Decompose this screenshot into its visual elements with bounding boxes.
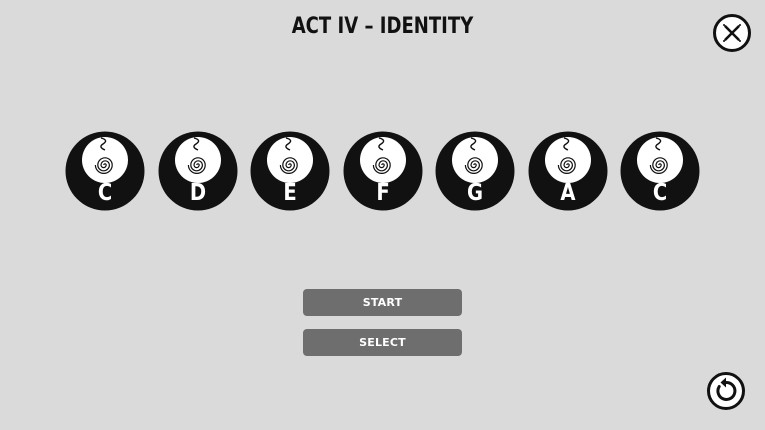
note-button-4[interactable]: F	[343, 131, 423, 211]
replay-button[interactable]	[707, 372, 745, 410]
close-button[interactable]	[713, 14, 751, 52]
start-button[interactable]: START	[303, 289, 462, 316]
note-button-7[interactable]: C	[620, 131, 700, 211]
note-button-5[interactable]: G	[435, 131, 515, 211]
page-title: ACT IV – IDENTITY	[291, 14, 474, 39]
note-label: F	[375, 180, 390, 206]
note-button-1[interactable]: C	[65, 131, 145, 211]
note-label: D	[189, 180, 206, 206]
note-label: A	[559, 180, 576, 206]
close-icon	[713, 14, 751, 52]
replay-icon	[707, 372, 745, 410]
select-button[interactable]: SELECT	[303, 329, 462, 356]
note-label: C	[652, 180, 668, 206]
note-label: G	[466, 180, 484, 206]
note-label: C	[97, 180, 113, 206]
note-label: E	[283, 180, 297, 206]
note-button-3[interactable]: E	[250, 131, 330, 211]
note-button-6[interactable]: A	[528, 131, 608, 211]
note-button-2[interactable]: D	[158, 131, 238, 211]
